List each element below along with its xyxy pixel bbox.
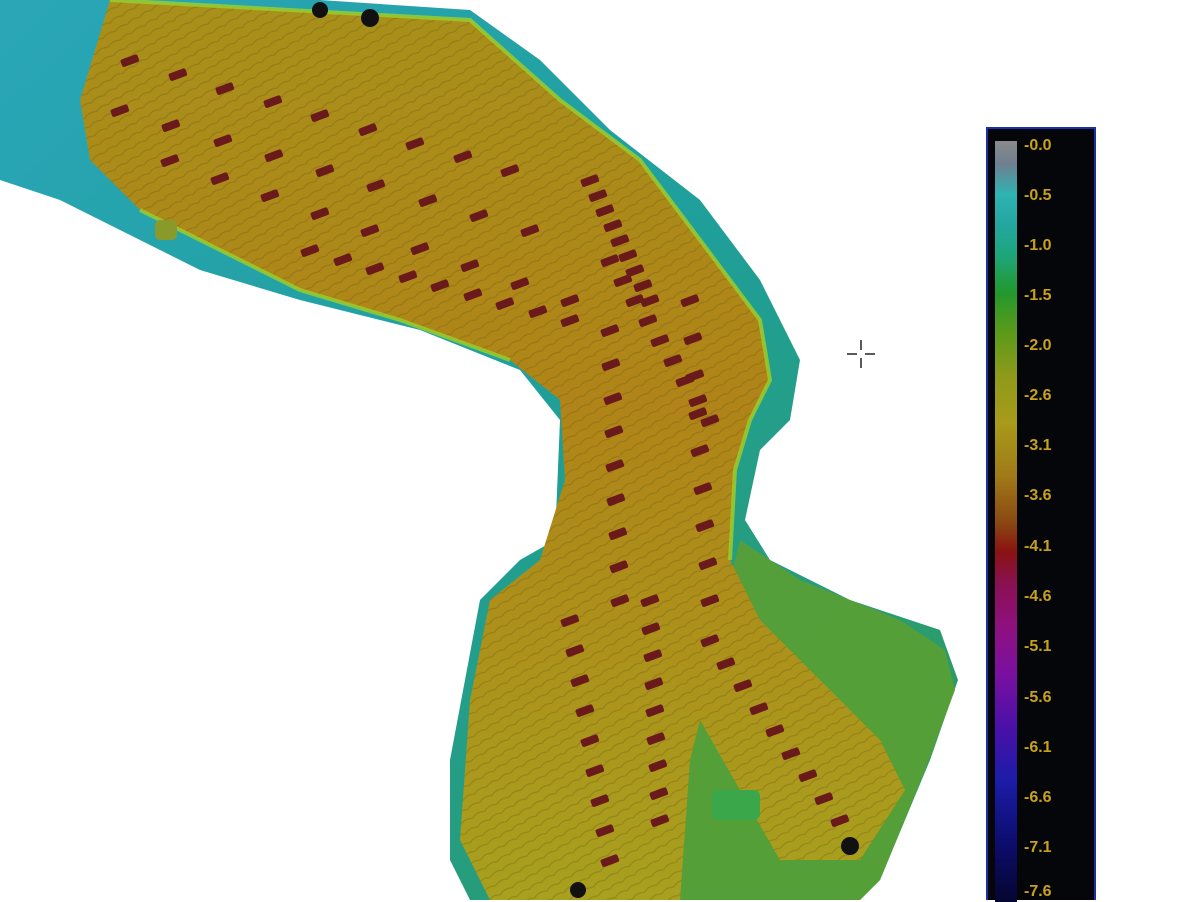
depth-legend: -0.0 -0.5 -1.0 -1.5 -2.0 -2.6 -3.1 -3.6 …: [986, 127, 1096, 902]
legend-label: -1.0: [1024, 237, 1052, 254]
seabed-patch: [712, 790, 760, 820]
legend-label: -1.5: [1024, 287, 1052, 304]
legend-label: -6.1: [1024, 739, 1052, 756]
legend-label: -3.6: [1024, 487, 1052, 504]
legend-label: -0.0: [1024, 137, 1052, 154]
legend-label: -3.1: [1024, 437, 1052, 454]
legend-label: -5.1: [1024, 638, 1052, 655]
legend-label: -5.6: [1024, 689, 1052, 706]
legend-label: -2.0: [1024, 337, 1052, 354]
legend-label: -6.6: [1024, 789, 1052, 806]
buoy-marker: [570, 882, 586, 898]
legend-label: -2.6: [1024, 387, 1052, 404]
crosshair-icon: [847, 340, 875, 368]
seabed-patch: [155, 220, 177, 240]
buoy-marker: [312, 2, 328, 18]
legend-label: -7.1: [1024, 839, 1052, 856]
legend-label: -4.1: [1024, 538, 1052, 555]
legend-label: -0.5: [1024, 187, 1052, 204]
buoy-marker: [841, 837, 859, 855]
legend-label: -4.6: [1024, 588, 1052, 605]
buoy-marker: [361, 9, 379, 27]
color-scale-bar: [995, 141, 1017, 902]
legend-label: -7.6: [1024, 883, 1052, 900]
legend-labels: -0.0 -0.5 -1.0 -1.5 -2.0 -2.6 -3.1 -3.6 …: [1024, 137, 1092, 902]
